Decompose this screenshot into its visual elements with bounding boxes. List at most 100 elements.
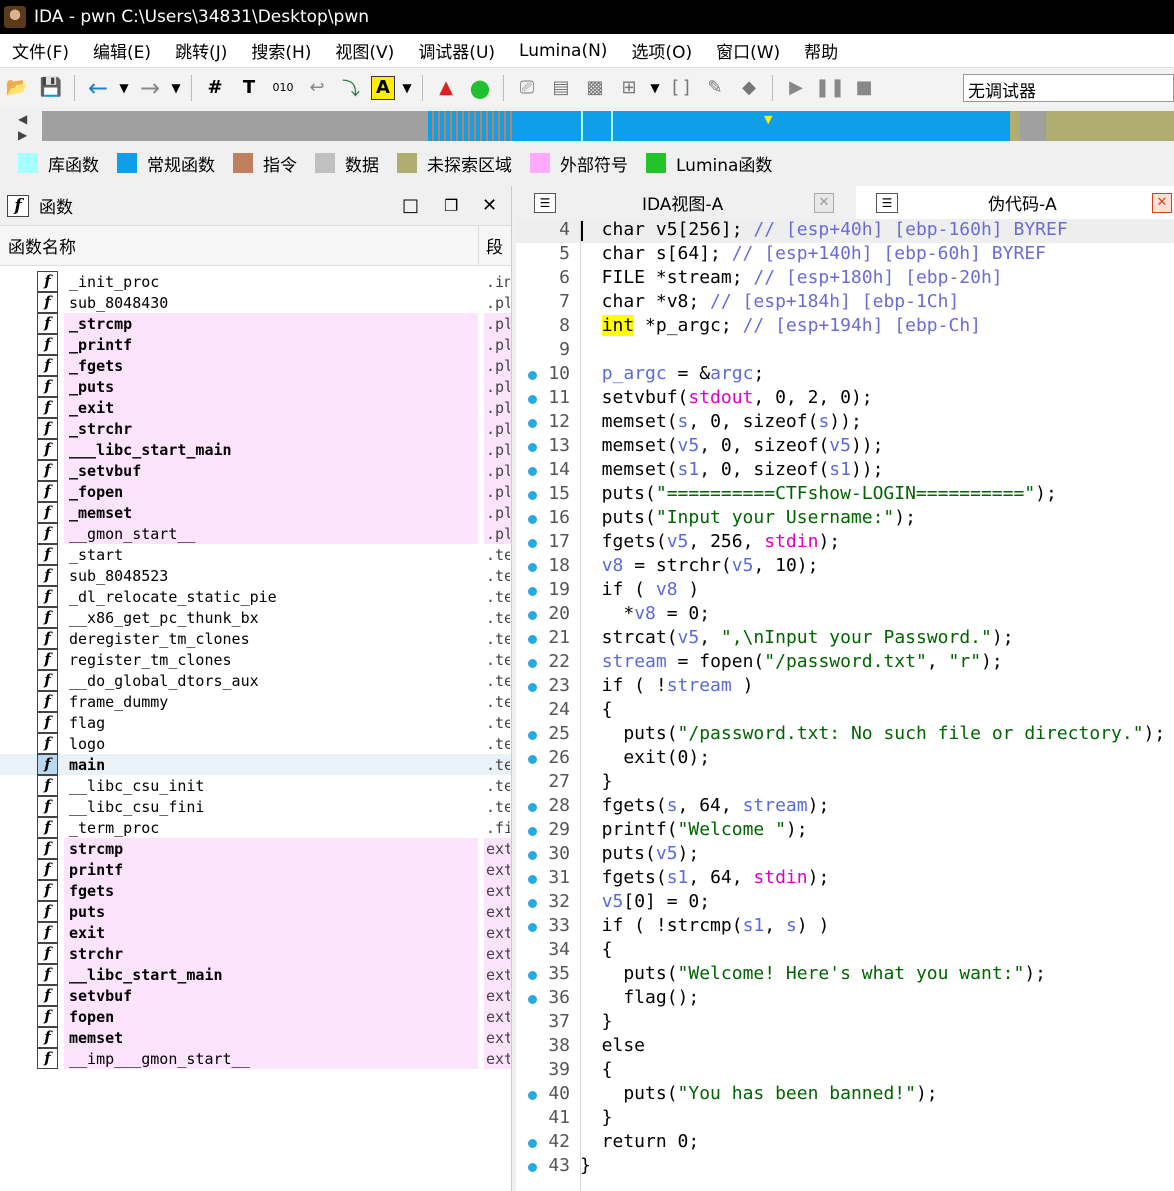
function-row[interactable]: f sub_8048430 .plt (0, 292, 511, 313)
function-row[interactable]: fmemset extern (0, 1027, 511, 1048)
tab-ida-view-close-icon[interactable]: ✕ (814, 192, 834, 213)
struct-icon[interactable]: ▩ (581, 74, 609, 102)
code-icon[interactable]: ⎚ (513, 74, 541, 102)
pause-icon[interactable]: ❚❚ (815, 74, 845, 102)
add-dropdown-icon[interactable]: ▼ (649, 74, 661, 102)
function-row[interactable]: f __do_global_dtors_aux .text (0, 670, 511, 691)
diamond-icon[interactable]: ◆ (735, 74, 763, 102)
function-row[interactable]: f _memset .plt (0, 502, 511, 523)
navigation-bar[interactable]: ▼ (42, 111, 1174, 141)
function-row[interactable]: flogo .text (0, 733, 511, 754)
function-row[interactable]: f _setvbuf .plt (0, 460, 511, 481)
code-line[interactable]: 21 strcat(v5, ",\nInput your Password.")… (516, 627, 1174, 651)
edit-icon[interactable]: ✎ (701, 74, 729, 102)
code-line[interactable]: 39 { (516, 1059, 1174, 1083)
code-line[interactable]: 24 { (516, 699, 1174, 723)
column-segment[interactable]: 段 (486, 233, 503, 258)
function-row[interactable]: f _exit .plt (0, 397, 511, 418)
code-line[interactable]: 8 int *p_argc; // [esp+194h] [ebp-Ch] (516, 315, 1174, 339)
function-row[interactable]: f _dl_relocate_static_pie .text (0, 586, 511, 607)
green-circle-icon[interactable]: ● (466, 74, 494, 102)
play-icon[interactable]: ▶ (782, 74, 810, 102)
function-row[interactable]: f _term_proc .fini (0, 817, 511, 838)
code-line[interactable]: 19 if ( v8 ) (516, 579, 1174, 603)
font-icon[interactable]: A (371, 75, 395, 100)
code-line[interactable]: 22 stream = fopen("/password.txt", "r"); (516, 651, 1174, 675)
function-row[interactable]: fstrchr extern (0, 943, 511, 964)
menu-item[interactable]: 视图(V) (323, 38, 406, 63)
code-line[interactable]: 38 else (516, 1035, 1174, 1059)
nav-right-arrow-icon[interactable]: ▶ (18, 129, 27, 141)
tab-ida-view[interactable]: ☰ IDA视图-A ✕ (516, 186, 856, 219)
function-row[interactable]: fflag .text (0, 712, 511, 733)
function-row[interactable]: f _strcmp .plt (0, 313, 511, 334)
graph-icon[interactable]: ▲ (432, 74, 460, 102)
menu-item[interactable]: 搜索(H) (239, 38, 323, 63)
code-line[interactable]: 16 puts("Input your Username:"); (516, 507, 1174, 531)
code-line[interactable]: 5 char s[64]; // [esp+140h] [ebp-60h] BY… (516, 243, 1174, 267)
code-line[interactable]: 7 char *v8; // [esp+184h] [ebp-1Ch] (516, 291, 1174, 315)
code-line[interactable]: 42 return 0; (516, 1131, 1174, 1155)
code-line[interactable]: 31 fgets(s1, 64, stdin); (516, 867, 1174, 891)
function-row[interactable]: fputs extern (0, 901, 511, 922)
function-row[interactable]: f __gmon_start__ .plt (0, 523, 511, 544)
add-icon[interactable]: ⊞ (615, 74, 643, 102)
bracket-icon[interactable]: [ ] (667, 74, 695, 102)
function-row[interactable]: f _init_proc .init (0, 271, 511, 292)
code-line[interactable]: 17 fgets(v5, 256, stdin); (516, 531, 1174, 555)
font-dropdown-icon[interactable]: ▼ (401, 74, 413, 102)
function-row[interactable]: fprintf extern (0, 859, 511, 880)
function-row[interactable]: f __libc_csu_init .text (0, 775, 511, 796)
code-line[interactable]: 14 memset(s1, 0, sizeof(s1)); (516, 459, 1174, 483)
text-icon[interactable]: T (235, 74, 263, 102)
function-row[interactable]: ffgets extern (0, 880, 511, 901)
code-line[interactable]: 35 puts("Welcome! Here's what you want:"… (516, 963, 1174, 987)
function-row[interactable]: f ___libc_start_main .plt (0, 439, 511, 460)
function-row[interactable]: f _start .text (0, 544, 511, 565)
code-line[interactable]: 18 v8 = strchr(v5, 10); (516, 555, 1174, 579)
code-line[interactable]: 4 char v5[256]; // [esp+40h] [ebp-160h] … (516, 219, 1174, 243)
hash-icon[interactable]: # (201, 74, 229, 102)
code-line[interactable]: 43} (516, 1155, 1174, 1179)
code-line[interactable]: 12 memset(s, 0, sizeof(s)); (516, 411, 1174, 435)
code-line[interactable]: 40 puts("You has been banned!"); (516, 1083, 1174, 1107)
code-line[interactable]: 9 (516, 339, 1174, 363)
back-dropdown-icon[interactable]: ▼ (118, 74, 130, 102)
code-line[interactable]: 27 } (516, 771, 1174, 795)
jump-icon[interactable]: ⤵ (337, 74, 365, 102)
code-line[interactable]: 6 FILE *stream; // [esp+180h] [ebp-20h] (516, 267, 1174, 291)
nav-left-arrow-icon[interactable]: ◀ (18, 113, 27, 125)
stop-icon[interactable]: ■ (850, 74, 878, 102)
forward-dropdown-icon[interactable]: ▼ (170, 74, 182, 102)
function-row[interactable]: f __libc_start_main extern (0, 964, 511, 985)
back-arrow-icon[interactable]: ← (84, 74, 112, 102)
menu-item[interactable]: Lumina(N) (507, 41, 619, 61)
function-row[interactable]: f frame_dummy .text (0, 691, 511, 712)
debugger-select[interactable]: 无调试器 (963, 74, 1174, 102)
tab-pseudocode-close-icon[interactable]: ✕ (1152, 192, 1172, 213)
menu-item[interactable]: 编辑(E) (81, 38, 163, 63)
maximize-icon[interactable]: □ (402, 195, 419, 216)
function-row[interactable]: f _fopen .plt (0, 481, 511, 502)
function-row[interactable]: f _printf .plt (0, 334, 511, 355)
function-row[interactable]: fstrcmp extern (0, 838, 511, 859)
code-line[interactable]: 20 *v8 = 0; (516, 603, 1174, 627)
column-function-name[interactable]: 函数名称 (8, 233, 76, 258)
function-row[interactable]: f _strchr .plt (0, 418, 511, 439)
code-line[interactable]: 28 fgets(s, 64, stream); (516, 795, 1174, 819)
code-line[interactable]: 30 puts(v5); (516, 843, 1174, 867)
function-row[interactable]: fmain .text (0, 754, 511, 775)
save-icon[interactable]: 💾 (37, 74, 65, 102)
open-icon[interactable]: 📂 (3, 74, 31, 102)
function-row[interactable]: f __imp___gmon_start__ extern (0, 1048, 511, 1069)
binary-icon[interactable]: 010 (269, 74, 297, 102)
code-line[interactable]: 29 printf("Welcome "); (516, 819, 1174, 843)
code-line[interactable]: 10 p_argc = &argc; (516, 363, 1174, 387)
function-row[interactable]: f _puts .plt (0, 376, 511, 397)
code-line[interactable]: 37 } (516, 1011, 1174, 1035)
code-line[interactable]: 36 flag(); (516, 987, 1174, 1011)
menu-item[interactable]: 选项(O) (619, 38, 704, 63)
code-line[interactable]: 34 { (516, 939, 1174, 963)
code-line[interactable]: 13 memset(v5, 0, sizeof(v5)); (516, 435, 1174, 459)
code-line[interactable]: 32 v5[0] = 0; (516, 891, 1174, 915)
